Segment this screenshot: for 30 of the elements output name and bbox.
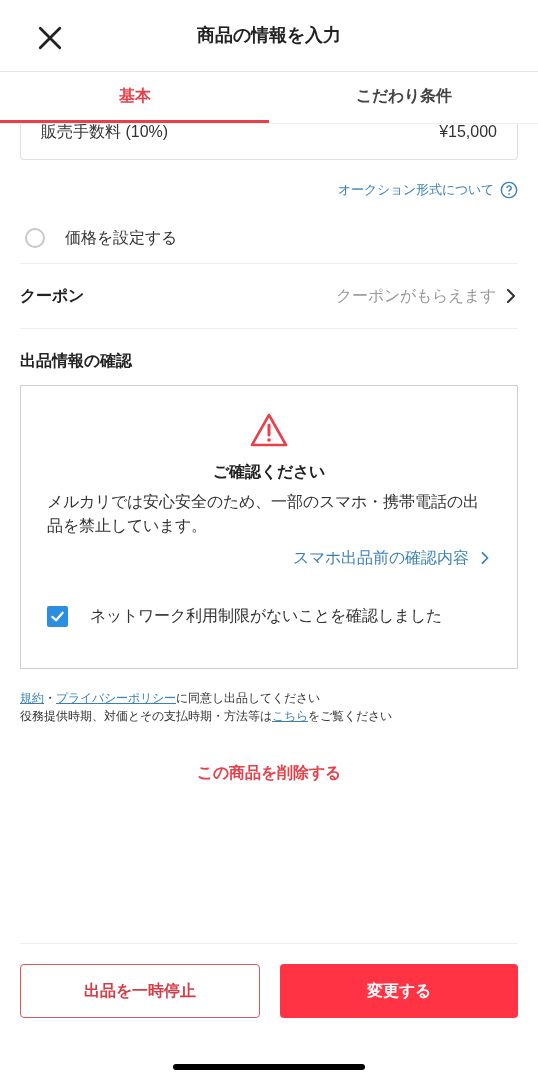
alert-message: メルカリでは安心安全のため、一部のスマホ・携帯電話の出品を禁止しています。 xyxy=(47,492,480,536)
coupon-row[interactable]: クーポン クーポンがもらえます xyxy=(20,264,518,329)
tab[interactable]: 基本 xyxy=(0,72,269,123)
radio-button[interactable] xyxy=(25,227,45,248)
tab[interactable]: こだわり条件 xyxy=(269,72,538,123)
delete-link[interactable]: この商品を削除する xyxy=(197,761,341,785)
section-heading: 出品情報の確認 xyxy=(20,351,133,371)
checkbox[interactable] xyxy=(47,605,68,627)
coupon-value: クーポンがもらえます xyxy=(336,286,496,306)
fee-amount: ¥15,000 xyxy=(439,122,497,142)
text-link[interactable]: プライバシーポリシー xyxy=(56,691,176,705)
chevron-right-icon xyxy=(479,550,491,566)
pause-button[interactable]: 出品を一時停止 xyxy=(20,964,260,1018)
auction-info-link[interactable]: オークション形式について xyxy=(338,180,494,200)
phone-listing-link[interactable]: スマホ出品前の確認内容 xyxy=(293,546,469,570)
chevron-right-icon xyxy=(504,288,518,304)
radio-label: 価格を設定する xyxy=(65,227,177,248)
help-icon xyxy=(500,181,518,199)
warning-icon xyxy=(249,412,289,448)
window-title: 商品の情報を入力 xyxy=(197,24,341,47)
close-icon xyxy=(37,25,63,51)
text-link[interactable]: 規約 xyxy=(20,691,44,705)
terms-text: 役務提供時期、対価とその支払時期・方法等はこちら をご覧ください xyxy=(20,708,393,725)
coupon-label: クーポン xyxy=(20,286,84,306)
checkbox-label: ネットワーク利用制限がないことを確認しました xyxy=(90,606,442,626)
fee-label: 販売手数料 (10%) xyxy=(41,122,169,142)
terms-text: 規約・プライバシーポリシーに同意し出品してください xyxy=(20,690,321,707)
text-link[interactable]: こちら xyxy=(272,709,308,723)
submit-button[interactable]: 変更する xyxy=(280,964,518,1018)
alert-title: ご確認ください xyxy=(213,462,325,482)
